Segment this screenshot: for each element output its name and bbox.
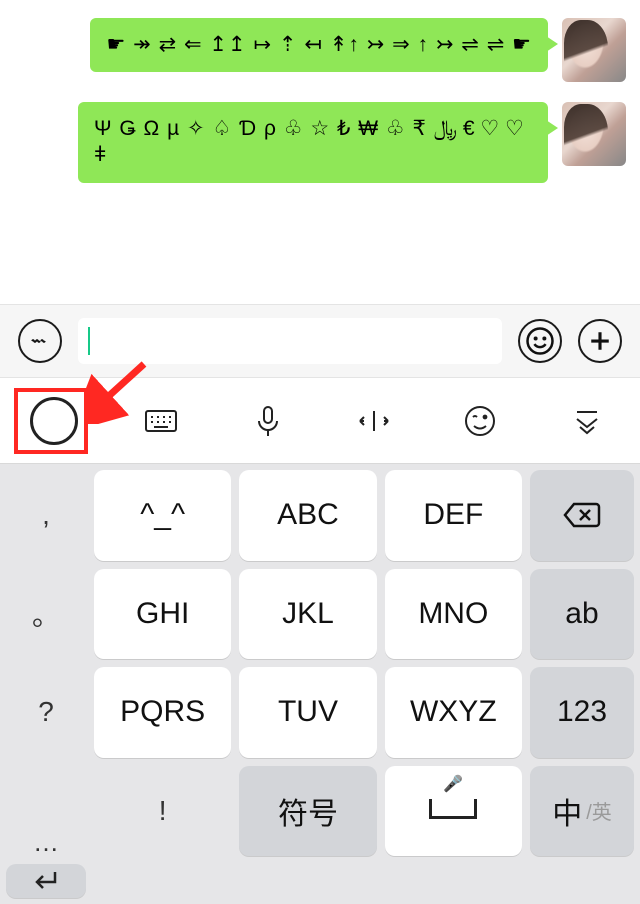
collapse-icon	[567, 401, 607, 441]
tool-cursor[interactable]	[321, 378, 427, 463]
annotation-highlight	[14, 388, 88, 454]
side-key-exclaim[interactable]: !	[94, 766, 231, 857]
key-wxyz[interactable]: WXYZ	[385, 667, 522, 758]
key-language[interactable]: 中/英	[530, 766, 634, 857]
key-backspace[interactable]	[530, 470, 634, 561]
key-abc[interactable]: ABC	[239, 470, 376, 561]
tool-emoji[interactable]	[427, 378, 533, 463]
tool-circle[interactable]	[0, 378, 108, 463]
key-def[interactable]: DEF	[385, 470, 522, 561]
key-numbers[interactable]: 123	[530, 667, 634, 758]
key-shift[interactable]: ab	[530, 569, 634, 660]
key-symbols[interactable]: 符号	[239, 766, 376, 857]
text-caret	[88, 327, 90, 355]
tool-keyboard[interactable]	[108, 378, 214, 463]
key-ghi[interactable]: GHI	[94, 569, 231, 660]
mic-icon	[248, 401, 288, 441]
key-emoticon[interactable]: ^_^	[94, 470, 231, 561]
keyboard: , ^_^ ABC DEF 。 GHI JKL MNO ab ? PQRS TU…	[0, 464, 640, 904]
message-row: Ψ Ǥ Ω µ ✧ ♤ Ɗ ρ ♧ ☆ ₺ ₩ ♧ ₹ ﷼ € ♡ ♡ ǂ	[14, 102, 626, 183]
key-space[interactable]: 🎤	[385, 766, 522, 857]
ime-toolbar	[0, 378, 640, 464]
side-key-ellipsis[interactable]: …	[33, 827, 59, 858]
side-key-comma[interactable]: ,	[6, 470, 86, 561]
key-tuv[interactable]: TUV	[239, 667, 376, 758]
key-jkl[interactable]: JKL	[239, 569, 376, 660]
tool-mic[interactable]	[214, 378, 320, 463]
chat-bubble: ☛ ↠ ⇄ ⇐ ↥↥ ↦ ⇡ ↤ ↟↑ ↣ ⇒ ↑ ↣ ⇌ ⇌ ☛	[90, 18, 548, 72]
keyboard-icon	[141, 401, 181, 441]
backspace-icon	[562, 500, 602, 530]
wink-emoji-icon	[460, 401, 500, 441]
space-icon	[429, 799, 477, 819]
key-enter[interactable]	[6, 864, 86, 898]
chat-bubble: Ψ Ǥ Ω µ ✧ ♤ Ɗ ρ ♧ ☆ ₺ ₩ ♧ ₹ ﷼ € ♡ ♡ ǂ	[78, 102, 548, 183]
lang-main: 中	[552, 789, 582, 833]
avatar[interactable]	[562, 102, 626, 166]
avatar[interactable]	[562, 18, 626, 82]
chat-area: ☛ ↠ ⇄ ⇐ ↥↥ ↦ ⇡ ↤ ↟↑ ↣ ⇒ ↑ ↣ ⇌ ⇌ ☛ Ψ Ǥ Ω …	[0, 0, 640, 304]
emoji-icon[interactable]	[518, 319, 562, 363]
message-input[interactable]	[78, 318, 502, 364]
tool-dropdown[interactable]	[534, 378, 640, 463]
space-mic-icon: 🎤	[443, 774, 463, 794]
chat-input-bar	[0, 304, 640, 378]
enter-icon	[29, 864, 63, 898]
message-row: ☛ ↠ ⇄ ⇐ ↥↥ ↦ ⇡ ↤ ↟↑ ↣ ⇒ ↑ ↣ ⇌ ⇌ ☛	[14, 18, 626, 82]
key-mno[interactable]: MNO	[385, 569, 522, 660]
key-pqrs[interactable]: PQRS	[94, 667, 231, 758]
voice-input-icon[interactable]	[18, 319, 62, 363]
plus-icon[interactable]	[578, 319, 622, 363]
side-key-period[interactable]: 。	[6, 569, 86, 660]
lang-sub: /英	[586, 796, 612, 825]
side-key-question[interactable]: ?	[6, 667, 86, 758]
cursor-move-icon	[354, 401, 394, 441]
